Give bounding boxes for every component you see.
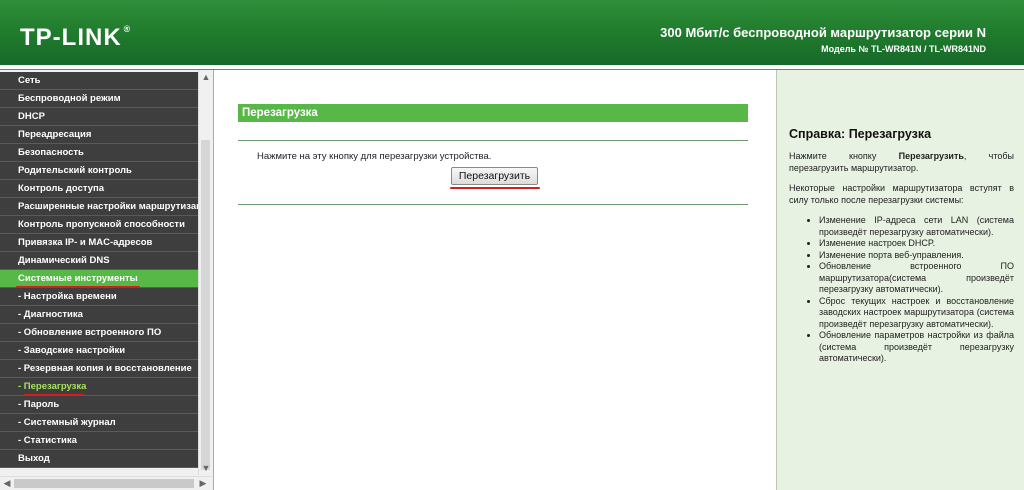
help-title: Справка: Перезагрузка	[789, 127, 932, 141]
sidebar-item-dynamic-dns[interactable]: Динамический DNS	[0, 252, 198, 270]
sidebar-item-network[interactable]: Сеть	[0, 72, 198, 90]
sidebar-menu: Сеть Беспроводной режим DHCP Переадресац…	[0, 72, 198, 468]
system-tools-highlight-underline	[16, 286, 140, 288]
help-bullet: Обновление параметров настройки из файла…	[819, 330, 1014, 365]
sidebar-item-logout[interactable]: Выход	[0, 450, 198, 468]
sidebar-item-parental-control[interactable]: Родительский контроль	[0, 162, 198, 180]
sidebar: Сеть Беспроводной режим DHCP Переадресац…	[0, 70, 214, 490]
sidebar-item-security[interactable]: Безопасность	[0, 144, 198, 162]
help-bullet: Обновление встроенного ПО маршрутизатора…	[819, 261, 1014, 296]
divider-top	[238, 140, 748, 141]
sidebar-item-ip-mac-binding[interactable]: Привязка IP- и MAC-адресов	[0, 234, 198, 252]
help-button-name: Перезагрузить	[898, 151, 964, 161]
reboot-button[interactable]: Перезагрузить	[451, 167, 538, 185]
help-bullet: Изменение IP-адреса сети LAN (система пр…	[819, 215, 1014, 238]
reboot-instruction: Нажмите на эту кнопку для перезагрузки у…	[257, 151, 492, 162]
header-banner: TP-LINK ® 300 Мбит/с беспроводной маршрут…	[0, 0, 1024, 65]
sidebar-item-system-log[interactable]: - Системный журнал	[0, 414, 198, 432]
registered-mark: ®	[123, 24, 132, 34]
help-paragraph-2: Некоторые настройки маршрутизатора вступ…	[789, 183, 1014, 205]
help-bullet-list: Изменение IP-адреса сети LAN (система пр…	[789, 215, 1014, 365]
reboot-button-highlight-underline	[450, 187, 540, 189]
sidebar-item-access-control[interactable]: Контроль доступа	[0, 180, 198, 198]
tp-link-logo: TP-LINK ®	[20, 24, 132, 51]
scroll-left-arrow-icon[interactable]: ◀	[2, 478, 12, 488]
scroll-down-arrow-icon[interactable]: ▼	[201, 463, 211, 473]
scroll-up-arrow-icon[interactable]: ▲	[201, 72, 211, 82]
horizontal-scroll-thumb[interactable]	[14, 479, 194, 488]
sidebar-item-advanced-routing[interactable]: Расширенные настройки маршрутизации	[0, 198, 198, 216]
sidebar-item-diagnostics[interactable]: - Диагностика	[0, 306, 198, 324]
sidebar-vertical-scrollbar[interactable]: ▲ ▼	[198, 70, 213, 475]
sidebar-horizontal-scrollbar[interactable]: ◀ ▶	[0, 476, 212, 490]
product-title: 300 Мбит/с беспроводной маршрутизатор се…	[660, 25, 986, 40]
sidebar-item-firmware-upgrade[interactable]: - Обновление встроенного ПО	[0, 324, 198, 342]
help-paragraph-1: Нажмите кнопку Перезагрузить, чтобы пере…	[789, 151, 1014, 174]
page-title: Перезагрузка	[238, 104, 748, 122]
help-panel: Справка: Перезагрузка Нажмите кнопку Пер…	[776, 70, 1024, 490]
scroll-right-arrow-icon[interactable]: ▶	[198, 478, 208, 488]
sidebar-item-statistics[interactable]: - Статистика	[0, 432, 198, 450]
sidebar-item-dhcp[interactable]: DHCP	[0, 108, 198, 126]
help-bullet: Сброс текущих настроек и восстановление …	[819, 296, 1014, 331]
sidebar-item-factory-defaults[interactable]: - Заводские настройки	[0, 342, 198, 360]
vertical-scroll-thumb[interactable]	[201, 140, 210, 470]
help-bullet: Изменение порта веб-управления.	[819, 250, 1014, 262]
model-number: Модель № TL-WR841N / TL-WR841ND	[821, 44, 986, 54]
help-bullet: Изменение настроек DHCP.	[819, 238, 1014, 250]
main-content: Перезагрузка Нажмите на эту кнопку для п…	[214, 70, 775, 490]
sidebar-item-password[interactable]: - Пароль	[0, 396, 198, 414]
sidebar-item-bandwidth-control[interactable]: Контроль пропускной способности	[0, 216, 198, 234]
help-text: Нажмите кнопку	[789, 151, 899, 161]
reboot-highlight-underline	[24, 394, 84, 396]
help-body: Нажмите кнопку Перезагрузить, чтобы пере…	[789, 151, 1014, 365]
divider-bottom	[238, 204, 748, 205]
sidebar-item-backup-restore[interactable]: - Резервная копия и восстановление	[0, 360, 198, 378]
sidebar-item-wireless[interactable]: Беспроводной режим	[0, 90, 198, 108]
sidebar-item-time-settings[interactable]: - Настройка времени	[0, 288, 198, 306]
sidebar-item-forwarding[interactable]: Переадресация	[0, 126, 198, 144]
